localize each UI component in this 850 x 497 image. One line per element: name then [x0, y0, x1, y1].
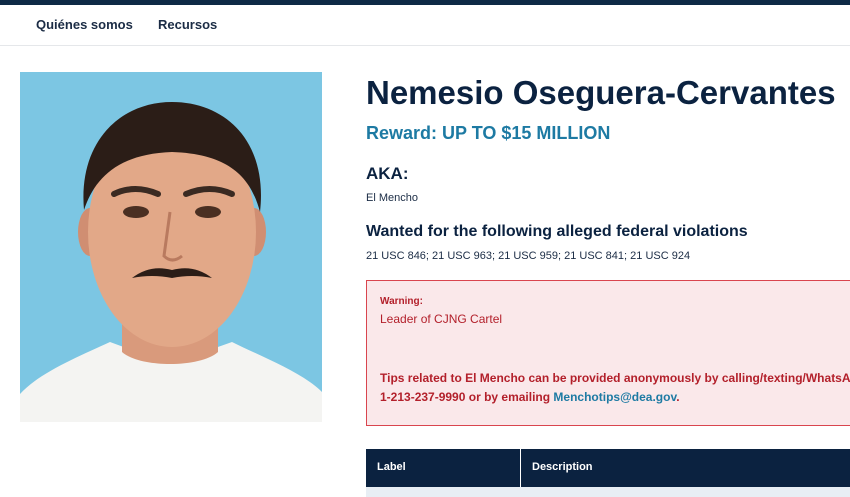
column-header-description: Description	[532, 461, 593, 473]
table-row	[366, 487, 850, 497]
top-nav: Quiénes somos Recursos	[0, 5, 850, 46]
violations-value: 21 USC 846; 21 USC 963; 21 USC 959; 21 U…	[366, 250, 691, 262]
column-header-label: Label	[377, 461, 406, 473]
reward-amount: Reward: UP TO $15 MILLION	[366, 123, 611, 143]
nav-item-quienes-somos[interactable]: Quiénes somos	[36, 17, 133, 32]
tips-line-2: 1-213-237-9990 or by emailing	[380, 390, 554, 404]
tips-email-link[interactable]: Menchotips@dea.gov	[553, 390, 676, 404]
warning-label: Warning:	[380, 296, 423, 307]
fugitive-photo	[20, 72, 322, 422]
tips-text: Tips related to El Mencho can be provide…	[380, 369, 850, 407]
fugitive-name: Nemesio Oseguera-Cervantes	[366, 74, 836, 111]
aka-heading: AKA:	[366, 164, 409, 183]
aka-value: El Mencho	[366, 192, 418, 204]
nav-item-recursos[interactable]: Recursos	[158, 17, 217, 32]
tips-line-1: Tips related to El Mencho can be provide…	[380, 371, 850, 385]
warning-box: Warning: Leader of CJNG Cartel Tips rela…	[366, 280, 850, 426]
violations-heading: Wanted for the following alleged federal…	[366, 223, 748, 240]
tips-suffix: .	[676, 390, 680, 404]
warning-text: Leader of CJNG Cartel	[380, 312, 503, 326]
details-table-header: Label Description	[366, 449, 850, 487]
